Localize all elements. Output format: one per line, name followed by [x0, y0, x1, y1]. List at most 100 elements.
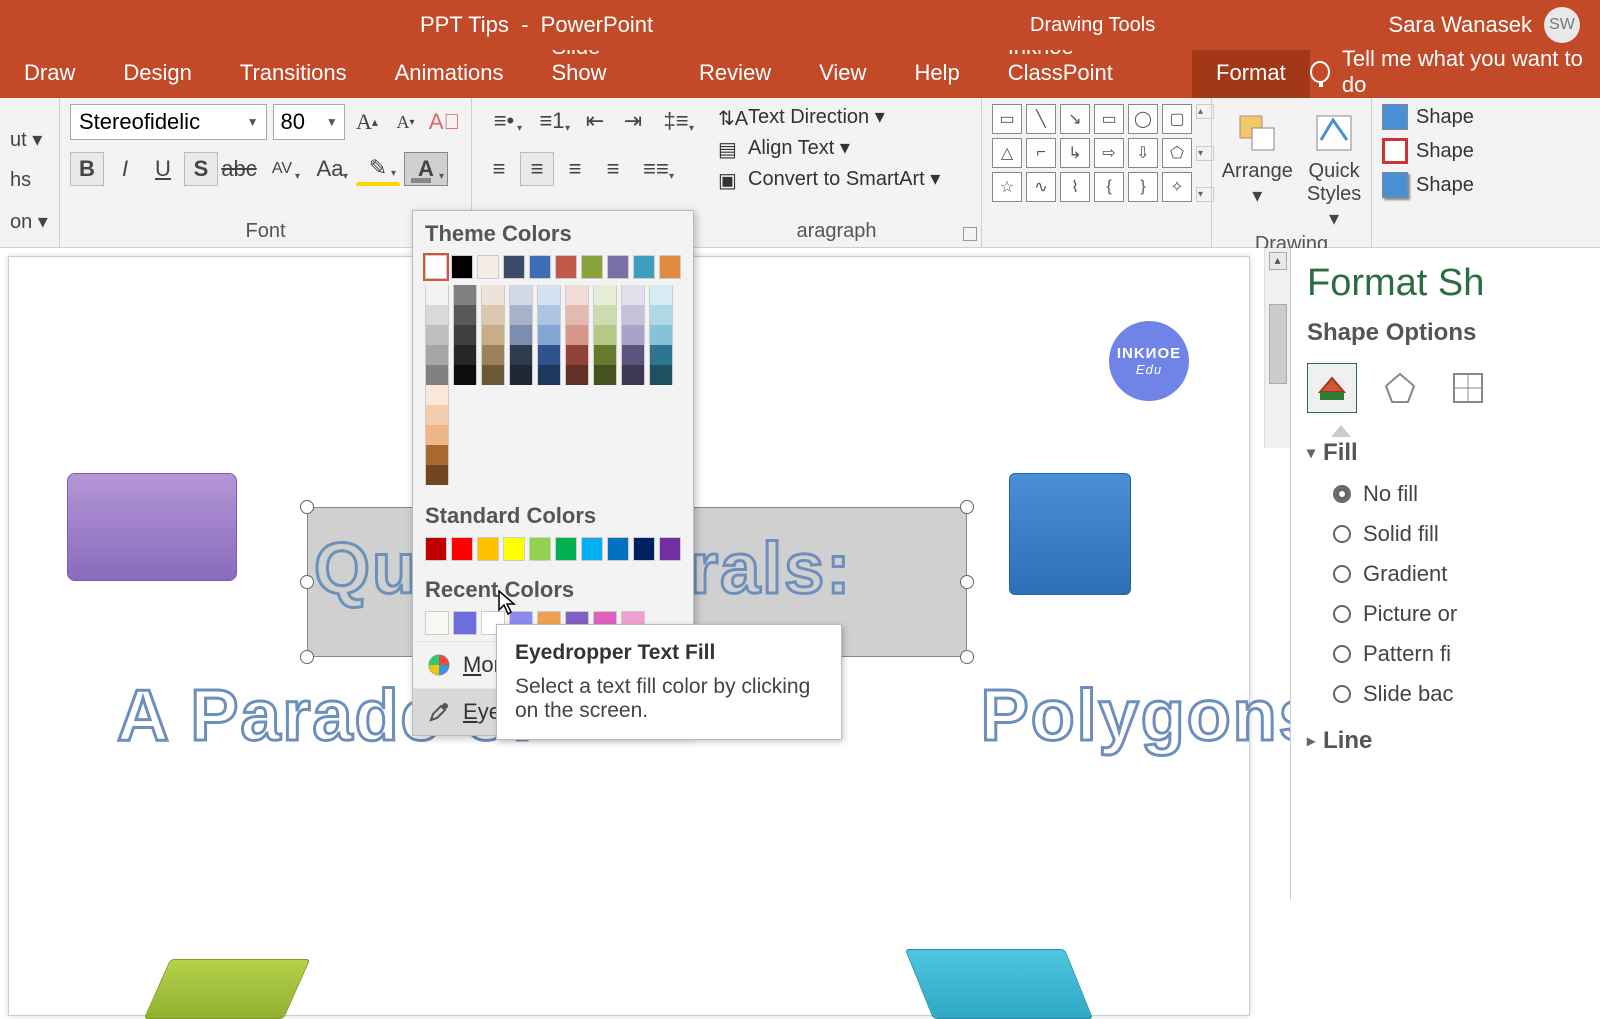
color-swatch[interactable] [481, 285, 505, 305]
color-swatch[interactable] [565, 305, 589, 325]
color-swatch[interactable] [477, 537, 499, 561]
size-tab-icon[interactable] [1443, 363, 1493, 413]
color-swatch[interactable] [529, 255, 551, 279]
shape-options-tab[interactable]: Shape Options [1307, 319, 1600, 347]
font-size-combo[interactable]: 80 ▼ [273, 104, 344, 140]
shape-triangle-icon[interactable]: △ [992, 138, 1022, 168]
layout-fragment[interactable]: on ▾ [10, 209, 49, 234]
color-swatch[interactable] [565, 325, 589, 345]
text-direction-button[interactable]: ⇅AText Direction ▾ [718, 104, 940, 129]
align-left-button[interactable]: ≡ [482, 152, 516, 186]
teal-parallelogram-shape[interactable] [905, 949, 1093, 1019]
layout-fragment[interactable]: hs [10, 169, 49, 192]
vertical-scrollbar[interactable]: ▴ [1264, 248, 1290, 448]
font-color-button[interactable]: A [404, 152, 448, 186]
color-swatch[interactable] [425, 537, 447, 561]
shape-star-icon[interactable]: ☆ [992, 172, 1022, 202]
color-swatch[interactable] [593, 325, 617, 345]
color-swatch[interactable] [621, 285, 645, 305]
color-swatch[interactable] [593, 365, 617, 385]
color-swatch[interactable] [425, 425, 449, 445]
color-swatch[interactable] [537, 365, 561, 385]
italic-button[interactable]: I [108, 152, 142, 186]
color-swatch[interactable] [633, 255, 655, 279]
effects-tab-icon[interactable] [1375, 363, 1425, 413]
format-shape-pane[interactable]: Format Sh Shape Options Fill No fill Sol… [1290, 248, 1600, 900]
color-swatch[interactable] [503, 255, 525, 279]
color-swatch[interactable] [537, 345, 561, 365]
decrease-indent-button[interactable]: ⇤ [578, 104, 612, 138]
color-swatch[interactable] [509, 345, 533, 365]
color-swatch[interactable] [425, 255, 447, 279]
line-section-header[interactable]: Line [1307, 727, 1600, 755]
color-swatch[interactable] [581, 255, 603, 279]
color-swatch[interactable] [649, 305, 673, 325]
color-swatch[interactable] [565, 285, 589, 305]
tab-help[interactable]: Help [890, 50, 983, 98]
color-swatch[interactable] [481, 325, 505, 345]
color-swatch[interactable] [425, 305, 449, 325]
resize-handle[interactable] [960, 650, 974, 664]
color-swatch[interactable] [529, 537, 551, 561]
highlight-button[interactable]: ✎ [356, 152, 400, 186]
shape-effects-button[interactable]: Shape [1382, 172, 1482, 198]
color-swatch[interactable] [649, 325, 673, 345]
line-spacing-button[interactable]: ‡≡ [654, 104, 698, 138]
shape-pentagon-icon[interactable]: ⬠ [1162, 138, 1192, 168]
numbering-button[interactable]: ≡1 [530, 104, 574, 138]
color-swatch[interactable] [621, 365, 645, 385]
tab-draw[interactable]: Draw [0, 50, 99, 98]
color-swatch[interactable] [565, 365, 589, 385]
shape-freeform-icon[interactable]: ⌇ [1060, 172, 1090, 202]
layout-fragment[interactable]: ut ▾ [10, 127, 49, 152]
align-right-button[interactable]: ≡ [558, 152, 592, 186]
change-case-button[interactable]: Aa [308, 152, 352, 186]
color-swatch[interactable] [537, 305, 561, 325]
color-swatch[interactable] [425, 465, 449, 485]
resize-handle[interactable] [960, 500, 974, 514]
color-swatch[interactable] [649, 365, 673, 385]
columns-button[interactable]: ≡≡ [634, 152, 678, 186]
justify-button[interactable]: ≡ [596, 152, 630, 186]
color-swatch[interactable] [453, 345, 477, 365]
color-swatch[interactable] [659, 537, 681, 561]
blue-square-shape[interactable] [1009, 473, 1131, 595]
fill-line-tab-icon[interactable] [1307, 363, 1357, 413]
underline-button[interactable]: U [146, 152, 180, 186]
color-swatch[interactable] [593, 305, 617, 325]
strikethrough-button[interactable]: abc [222, 152, 256, 186]
shape-arrow-line-icon[interactable]: ↘ [1060, 104, 1090, 134]
increase-font-icon[interactable]: A▴ [351, 105, 384, 139]
char-spacing-button[interactable]: AV [260, 152, 304, 186]
color-swatch[interactable] [621, 345, 645, 365]
account-area[interactable]: Sara Wanasek SW [1389, 7, 1580, 43]
gradient-fill-radio[interactable]: Gradient [1333, 561, 1600, 587]
shape-elbow-icon[interactable]: ⌐ [1026, 138, 1056, 168]
solid-fill-radio[interactable]: Solid fill [1333, 521, 1600, 547]
fill-section-header[interactable]: Fill [1307, 439, 1600, 467]
color-swatch[interactable] [451, 537, 473, 561]
convert-smartart-button[interactable]: ▣Convert to SmartArt ▾ [718, 166, 940, 191]
tab-review[interactable]: Review [675, 50, 795, 98]
shape-fill-button[interactable]: Shape [1382, 104, 1482, 130]
slide-background-radio[interactable]: Slide bac [1333, 681, 1600, 707]
color-swatch[interactable] [453, 325, 477, 345]
shape-roundrect-icon[interactable]: ▢ [1162, 104, 1192, 134]
tab-design[interactable]: Design [99, 50, 215, 98]
resize-handle[interactable] [960, 575, 974, 589]
bullets-button[interactable]: ≡• [482, 104, 526, 138]
quick-styles-button[interactable]: Quick Styles▾ [1307, 110, 1361, 231]
color-swatch[interactable] [451, 255, 473, 279]
increase-indent-button[interactable]: ⇥ [616, 104, 650, 138]
shape-line-icon[interactable]: ╲ [1026, 104, 1056, 134]
color-swatch[interactable] [537, 325, 561, 345]
color-swatch[interactable] [509, 305, 533, 325]
color-swatch[interactable] [565, 345, 589, 365]
color-swatch[interactable] [453, 365, 477, 385]
arrange-button[interactable]: Arrange▾ [1222, 110, 1293, 231]
tab-format[interactable]: Format [1192, 50, 1310, 98]
color-swatch[interactable] [453, 611, 477, 635]
color-swatch[interactable] [425, 445, 449, 465]
decrease-font-icon[interactable]: A▾ [389, 105, 422, 139]
shape-textbox-icon[interactable]: ▭ [992, 104, 1022, 134]
